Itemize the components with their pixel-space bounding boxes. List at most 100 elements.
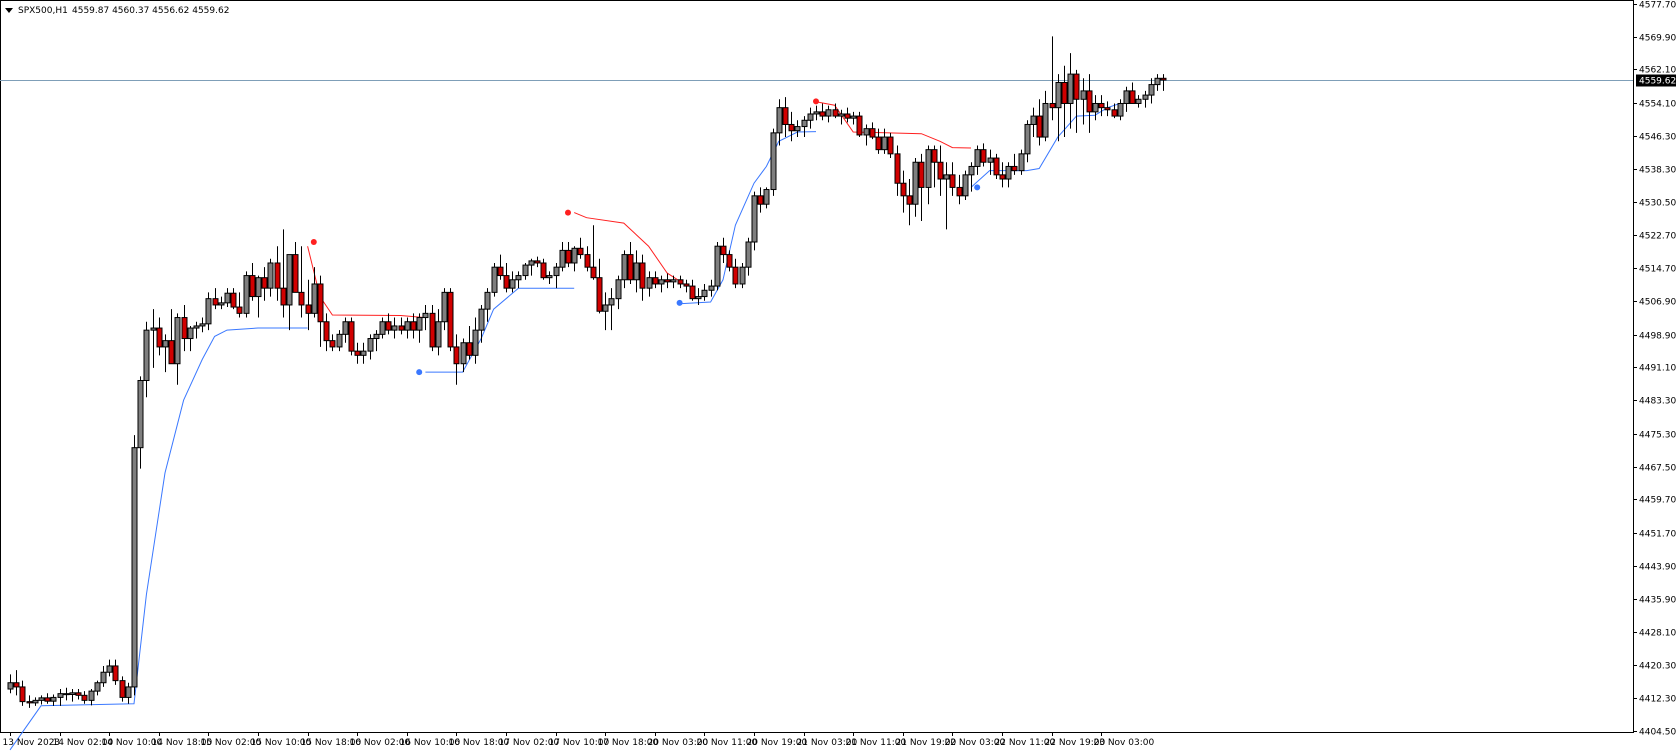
candle-body-bearish xyxy=(1111,109,1118,117)
candle-body-bullish xyxy=(670,279,677,283)
candle-body-bullish xyxy=(50,696,57,702)
candle-body-bullish xyxy=(267,262,274,289)
trailing-stop-reversal-dot xyxy=(416,369,423,376)
candle-body-bearish xyxy=(453,346,460,365)
price-chart[interactable]: 4577.70 4569.90 4562.10 4554.10 4546.30 4538.… xyxy=(0,0,1677,754)
current-price-tag-label: 4559.62 xyxy=(1639,77,1676,87)
candle-body-bullish xyxy=(57,693,64,698)
candle-body-bullish xyxy=(1005,165,1012,180)
candle[interactable] xyxy=(887,132,894,159)
candle-body-bearish xyxy=(1036,115,1043,138)
y-tick-label: 4569.90 xyxy=(1639,34,1676,44)
candle-body-bearish xyxy=(732,266,739,285)
candle-body-bullish xyxy=(571,247,578,264)
y-tick-label: 4546.30 xyxy=(1639,133,1676,143)
candle-body-bearish xyxy=(1086,90,1093,113)
y-tick-label: 4404.50 xyxy=(1639,728,1676,738)
candle-body-bearish xyxy=(19,686,26,703)
candle-body-bullish xyxy=(125,686,132,698)
ohlc-values: 4559.87 4560.37 4556.62 4559.62 xyxy=(72,6,229,16)
candle[interactable] xyxy=(739,262,746,289)
y-tick-label: 4459.70 xyxy=(1639,496,1676,506)
candle-body-bullish xyxy=(881,136,888,151)
y-tick-label: 4530.50 xyxy=(1639,199,1676,209)
candle[interactable] xyxy=(962,170,969,201)
candle-body-bearish xyxy=(652,277,659,285)
candle-body-bearish xyxy=(261,277,268,289)
candle[interactable] xyxy=(993,153,1000,180)
candle-body-bullish xyxy=(416,317,423,331)
candle-body-bullish xyxy=(7,682,14,690)
candle[interactable] xyxy=(856,111,863,138)
candle[interactable] xyxy=(119,676,126,702)
candle[interactable] xyxy=(1018,149,1025,175)
candle-body-bullish xyxy=(205,298,212,325)
candle-body-bullish xyxy=(695,296,702,300)
candle-body-bullish xyxy=(1148,84,1155,96)
y-tick-label: 4554.10 xyxy=(1639,100,1676,110)
candle-body-bullish xyxy=(559,249,566,268)
candle-body-bullish xyxy=(255,277,262,298)
candle-body-bearish xyxy=(720,245,727,256)
candle-body-bearish xyxy=(1160,77,1167,81)
candle-body-bearish xyxy=(875,136,882,151)
candle-body-bearish xyxy=(230,292,237,308)
candle[interactable] xyxy=(491,262,498,297)
candle-body-bearish xyxy=(906,195,913,205)
x-tick-label: 13 Nov 2023 xyxy=(3,738,61,748)
candle-body-bullish xyxy=(484,291,491,310)
candle[interactable] xyxy=(770,128,777,196)
candle[interactable] xyxy=(447,288,454,352)
candle-body-bearish xyxy=(1061,81,1068,104)
y-tick-label: 4491.10 xyxy=(1639,364,1676,374)
candle[interactable] xyxy=(348,317,355,356)
y-tick-label: 4514.70 xyxy=(1639,265,1676,275)
candle-body-bearish xyxy=(156,327,163,348)
candle-body-bullish xyxy=(1092,102,1099,113)
chart-header: SPX500,H1 4559.87 4560.37 4556.62 4559.6… xyxy=(5,6,229,16)
candle-body-bearish xyxy=(980,149,987,163)
candle-body-bearish xyxy=(503,275,510,289)
candle-body-bearish xyxy=(236,306,243,314)
candle-body-bearish xyxy=(999,174,1006,180)
candle-body-bullish xyxy=(1117,102,1124,117)
candle-body-bullish xyxy=(441,291,448,323)
candle-body-bullish xyxy=(106,665,113,673)
candle-body-bearish xyxy=(534,260,541,264)
candle[interactable] xyxy=(243,271,250,318)
candle-body-bearish xyxy=(844,113,851,119)
candle-body-bearish xyxy=(931,149,938,163)
candle-body-bearish xyxy=(26,701,33,704)
candle-body-bullish xyxy=(987,157,994,163)
candle-body-bearish xyxy=(1129,90,1136,104)
candle-body-bearish xyxy=(447,291,454,348)
candle-body-bullish xyxy=(1142,94,1149,100)
y-tick-label: 4428.10 xyxy=(1639,629,1676,639)
candle-body-bullish xyxy=(962,174,969,197)
candle-body-bullish xyxy=(1055,81,1062,109)
candle-body-bullish xyxy=(776,107,783,134)
candle-body-bearish xyxy=(1049,102,1056,109)
current-price-tag: 4559.62 xyxy=(1636,74,1676,87)
candle-body-bullish xyxy=(379,321,386,335)
candle-body-bullish xyxy=(1042,102,1049,138)
candle-body-bearish xyxy=(44,697,51,702)
candle-body-bearish xyxy=(726,254,733,268)
candle[interactable] xyxy=(751,191,758,251)
candle-body-bullish xyxy=(69,692,76,695)
candle-body-bearish xyxy=(664,279,671,283)
candle-body-bullish xyxy=(311,283,318,314)
candle-body-bearish xyxy=(75,692,82,696)
candle-body-bullish xyxy=(32,699,39,704)
candle[interactable] xyxy=(131,435,138,696)
candle-body-bearish xyxy=(429,312,436,348)
candle-body-bullish xyxy=(745,241,752,268)
candle-body-bullish xyxy=(602,304,609,312)
candle[interactable] xyxy=(714,241,721,291)
y-tick-label: 4420.30 xyxy=(1639,662,1676,672)
candle-body-bearish xyxy=(949,174,956,188)
y-tick-label: 4562.10 xyxy=(1639,66,1676,76)
candle-body-bullish xyxy=(1123,90,1130,104)
candle-body-bearish xyxy=(1011,165,1018,172)
candle-body-bullish xyxy=(1080,90,1087,100)
